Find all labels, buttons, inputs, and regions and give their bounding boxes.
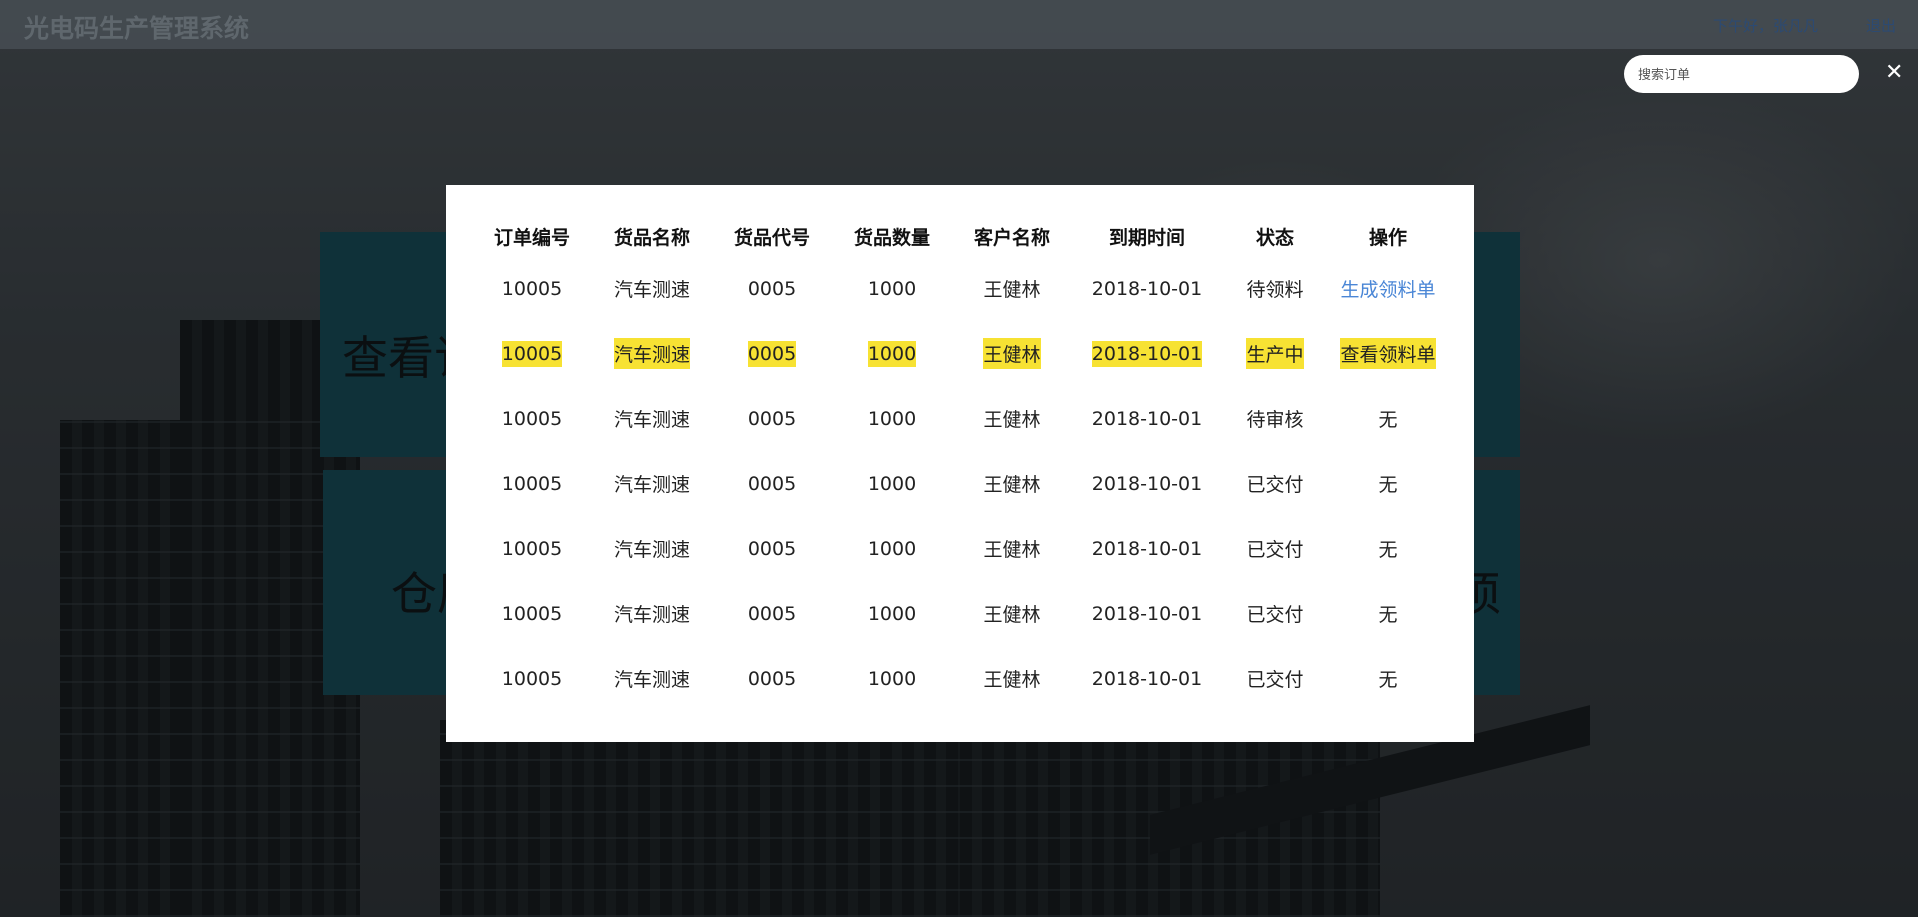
cell-quantity: 1000	[867, 340, 917, 367]
cell-customer: 王健林	[983, 474, 1041, 496]
cell-customer: 王健林	[983, 604, 1041, 626]
cell-order-id: 10005	[501, 667, 563, 690]
cell-product-name: 汽车测速	[613, 669, 690, 691]
cell-status: 已交付	[1246, 474, 1304, 496]
cell-product-code: 0005	[747, 472, 797, 495]
column-header-order-id: 订单编号	[493, 227, 570, 249]
close-icon[interactable]: ✕	[1885, 62, 1903, 84]
cell-action: 无	[1378, 474, 1398, 496]
cell-action: 无	[1378, 539, 1398, 561]
order-table-body: 10005 汽车测速 0005 1000 王健林 2018-10-01 待领料 …	[472, 256, 1448, 711]
table-row: 10005 汽车测速 0005 1000 王健林 2018-10-01 生产中 …	[472, 321, 1448, 386]
generate-material-requisition-link[interactable]: 生成领料单	[1340, 273, 1435, 304]
cell-quantity: 1000	[867, 667, 917, 690]
cell-customer: 王健林	[983, 669, 1041, 691]
top-bar: 光电码生产管理系统 下午好，张凡凡 退出	[0, 0, 1918, 49]
cell-quantity: 1000	[867, 537, 917, 560]
cell-status: 已交付	[1246, 604, 1304, 626]
table-row: 10005 汽车测速 0005 1000 王健林 2018-10-01 已交付 …	[472, 516, 1448, 581]
app-title: 光电码生产管理系统	[24, 15, 250, 43]
logout-link[interactable]: 退出	[1866, 15, 1896, 36]
column-header-due-date: 到期时间	[1108, 227, 1185, 249]
cell-quantity: 1000	[867, 277, 917, 300]
column-header-status: 状态	[1255, 227, 1294, 249]
cell-status: 待审核	[1246, 409, 1304, 431]
cell-status: 已交付	[1246, 669, 1304, 691]
column-header-customer: 客户名称	[973, 227, 1050, 249]
cell-order-id: 10005	[501, 472, 563, 495]
cell-quantity: 1000	[867, 407, 917, 430]
cell-quantity: 1000	[867, 472, 917, 495]
search-order-input[interactable]	[1624, 55, 1859, 93]
user-greeting: 下午好，张凡凡	[1712, 17, 1818, 35]
view-material-requisition-link[interactable]: 查看领料单	[1340, 338, 1436, 369]
cell-due-date: 2018-10-01	[1091, 667, 1203, 690]
cell-product-code: 0005	[747, 340, 797, 367]
column-header-action: 操作	[1368, 227, 1407, 249]
table-row: 10005 汽车测速 0005 1000 王健林 2018-10-01 已交付 …	[472, 581, 1448, 646]
cell-status: 待领料	[1246, 279, 1304, 301]
cell-due-date: 2018-10-01	[1091, 537, 1203, 560]
cell-order-id: 10005	[501, 537, 563, 560]
cell-product-code: 0005	[747, 602, 797, 625]
cell-status: 已交付	[1246, 539, 1304, 561]
cell-product-code: 0005	[747, 407, 797, 430]
cell-due-date: 2018-10-01	[1091, 407, 1203, 430]
cell-due-date: 2018-10-01	[1091, 340, 1203, 367]
table-row: 10005 汽车测速 0005 1000 王健林 2018-10-01 待领料 …	[472, 256, 1448, 321]
cell-due-date: 2018-10-01	[1091, 277, 1203, 300]
cell-customer: 王健林	[983, 279, 1041, 301]
order-table: 订单编号 货品名称 货品代号 货品数量 客户名称 到期时间 状态 操作 1000…	[472, 217, 1448, 711]
cell-action: 无	[1378, 604, 1398, 626]
cell-product-name: 汽车测速	[613, 604, 690, 626]
cell-customer: 王健林	[983, 338, 1041, 369]
table-row: 10005 汽车测速 0005 1000 王健林 2018-10-01 已交付 …	[472, 451, 1448, 516]
cell-product-name: 汽车测速	[613, 338, 690, 369]
cell-action: 无	[1378, 669, 1398, 691]
cell-order-id: 10005	[501, 277, 563, 300]
cell-product-name: 汽车测速	[613, 474, 690, 496]
cell-due-date: 2018-10-01	[1091, 602, 1203, 625]
cell-order-id: 10005	[501, 407, 563, 430]
column-header-product-code: 货品代号	[733, 227, 810, 249]
table-row: 10005 汽车测速 0005 1000 王健林 2018-10-01 待审核 …	[472, 386, 1448, 451]
cell-customer: 王健林	[983, 539, 1041, 561]
cell-product-code: 0005	[747, 537, 797, 560]
cell-order-id: 10005	[501, 602, 563, 625]
column-header-quantity: 货品数量	[853, 227, 930, 249]
table-header-row: 订单编号 货品名称 货品代号 货品数量 客户名称 到期时间 状态 操作	[472, 217, 1448, 256]
cell-quantity: 1000	[867, 602, 917, 625]
cell-product-code: 0005	[747, 667, 797, 690]
cell-product-name: 汽车测速	[613, 279, 690, 301]
order-list-modal: 订单编号 货品名称 货品代号 货品数量 客户名称 到期时间 状态 操作 1000…	[446, 185, 1474, 742]
cell-customer: 王健林	[983, 409, 1041, 431]
cell-product-name: 汽车测速	[613, 539, 690, 561]
cell-product-code: 0005	[747, 277, 797, 300]
column-header-product-name: 货品名称	[613, 227, 690, 249]
cell-product-name: 汽车测速	[613, 409, 690, 431]
table-row: 10005 汽车测速 0005 1000 王健林 2018-10-01 已交付 …	[472, 646, 1448, 711]
cell-due-date: 2018-10-01	[1091, 472, 1203, 495]
cell-order-id: 10005	[501, 340, 563, 367]
cell-status: 生产中	[1246, 338, 1304, 369]
cell-action: 无	[1378, 409, 1398, 431]
